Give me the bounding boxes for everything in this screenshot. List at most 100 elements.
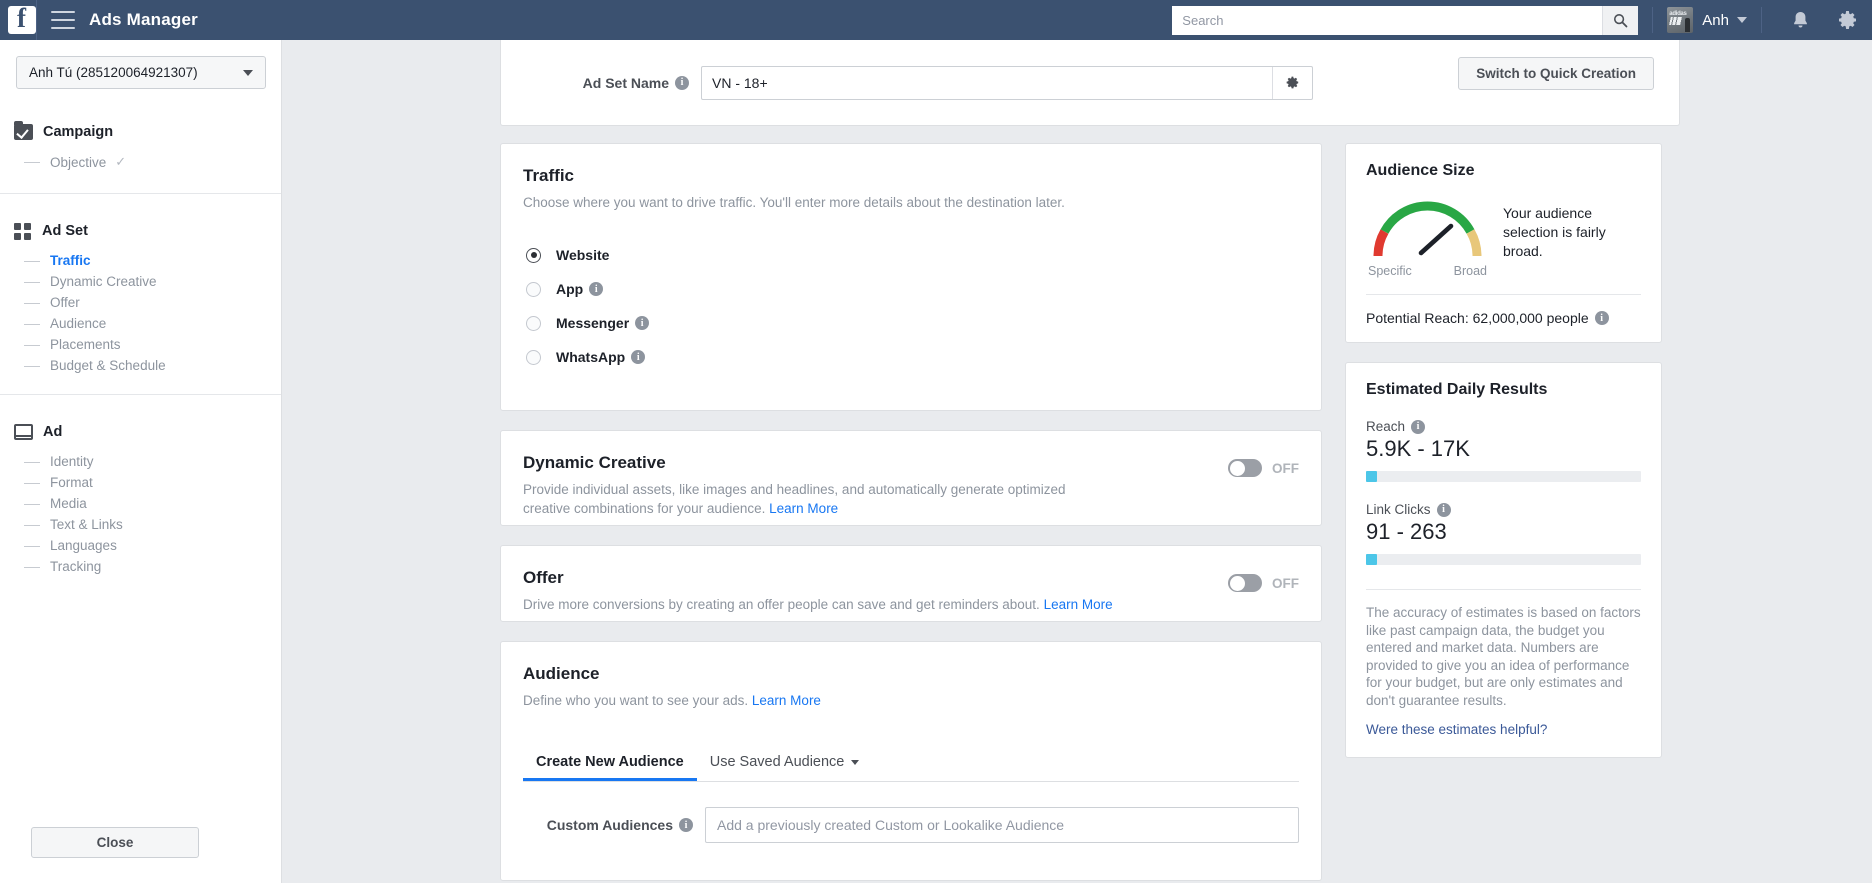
toggle-switch[interactable] <box>1228 459 1262 477</box>
traffic-destination-options: Website App i Messenger i WhatsApp i <box>523 238 1299 374</box>
sidebar-subnav-campaign: Objective ✓ <box>23 149 281 175</box>
adset-name-field <box>701 65 1313 100</box>
sidebar-item-media[interactable]: Media <box>23 493 281 514</box>
sidebar-item-format[interactable]: Format <box>23 472 281 493</box>
info-icon[interactable]: i <box>1594 311 1609 325</box>
top-navigation-bar: Ads Manager adidas Anh <box>0 0 1872 40</box>
adset-name-gear-icon[interactable] <box>1272 66 1312 99</box>
sidebar-item-campaign[interactable]: Campaign <box>0 119 281 145</box>
sidebar-item-audience[interactable]: Audience <box>23 313 281 334</box>
sidebar-item-budget-schedule[interactable]: Budget & Schedule <box>23 355 281 376</box>
bell-icon[interactable] <box>1787 7 1813 33</box>
offer-title: Offer <box>523 568 564 587</box>
gauge-max-label: Broad <box>1453 264 1487 278</box>
facebook-logo-icon[interactable] <box>8 3 36 34</box>
info-icon[interactable]: i <box>631 350 646 364</box>
left-sidebar: Anh Tú (285120064921307) Campaign Object… <box>0 40 282 883</box>
sidebar-section-label: Campaign <box>43 124 114 140</box>
sidebar-item-label: Tracking <box>50 559 102 574</box>
divider <box>1761 7 1762 33</box>
main-content: Ad Set Name i Switch to Quick Creation T… <box>282 40 1872 883</box>
info-icon[interactable]: i <box>1436 502 1451 517</box>
monitor-icon <box>14 424 33 440</box>
radio-label: Messenger i <box>556 315 650 331</box>
info-icon[interactable]: i <box>679 818 693 832</box>
sidebar-item-identity[interactable]: Identity <box>23 451 281 472</box>
gauge-arc-specific <box>1373 229 1389 257</box>
audience-tabs: Create New Audience Use Saved Audience <box>523 754 1299 782</box>
sidebar-item-objective[interactable]: Objective ✓ <box>23 149 281 175</box>
profile-name[interactable]: Anh <box>1702 12 1729 29</box>
audience-size-title: Audience Size <box>1366 162 1475 179</box>
adset-name-input[interactable] <box>702 66 1272 99</box>
tab-use-saved-audience[interactable]: Use Saved Audience <box>697 754 873 781</box>
toggle-state-label: OFF <box>1272 460 1299 476</box>
sidebar-item-label: Identity <box>50 454 94 469</box>
radio-button[interactable] <box>526 315 541 331</box>
radio-option-app[interactable]: App i <box>523 272 1299 306</box>
hamburger-menu-icon[interactable] <box>51 11 75 29</box>
switch-to-quick-creation-button[interactable]: Switch to Quick Creation <box>1458 57 1654 90</box>
radio-button[interactable] <box>526 349 541 365</box>
gauge-scale-labels: Specific Broad <box>1366 264 1489 278</box>
radio-label: Website <box>556 247 609 263</box>
info-icon[interactable]: i <box>589 282 604 296</box>
search-icon[interactable] <box>1602 5 1639 35</box>
toggle-switch[interactable] <box>1228 574 1262 592</box>
offer-toggle[interactable]: OFF <box>1228 574 1299 592</box>
grid-icon <box>14 223 32 240</box>
custom-audiences-input[interactable] <box>705 807 1299 843</box>
dynamic-creative-description: Provide individual assets, like images a… <box>523 480 1113 518</box>
sidebar-item-adset[interactable]: Ad Set <box>0 218 281 244</box>
sidebar-item-ad[interactable]: Ad <box>0 419 281 445</box>
learn-more-link[interactable]: Learn More <box>752 693 821 708</box>
tab-label: Use Saved Audience <box>709 754 845 770</box>
info-icon[interactable]: i <box>1411 419 1426 434</box>
estimate-feedback-link[interactable]: Were these estimates helpful? <box>1366 722 1641 737</box>
tab-label: Create New Audience <box>536 754 684 770</box>
gear-glyph <box>1839 11 1856 29</box>
sidebar-item-placements[interactable]: Placements <box>23 334 281 355</box>
sidebar-item-traffic[interactable]: Traffic <box>23 250 281 271</box>
radio-option-messenger[interactable]: Messenger i <box>523 306 1299 340</box>
info-icon[interactable]: i <box>635 316 650 330</box>
sidebar-item-languages[interactable]: Languages <box>23 535 281 556</box>
sidebar-section-label: Ad Set <box>42 223 88 239</box>
avatar[interactable]: adidas <box>1667 7 1694 33</box>
metric-bar <box>1366 471 1641 482</box>
radio-option-website[interactable]: Website <box>523 238 1299 272</box>
sidebar-section-label: Ad <box>43 424 63 440</box>
info-icon[interactable]: i <box>675 75 689 90</box>
audience-size-gauge-row: Specific Broad Your audience selection i… <box>1366 190 1641 278</box>
chevron-down-icon[interactable] <box>1737 17 1747 23</box>
sidebar-item-tracking[interactable]: Tracking <box>23 556 281 577</box>
traffic-card: Traffic Choose where you want to drive t… <box>500 143 1322 411</box>
metric-bar-fill <box>1366 554 1377 565</box>
avatar-person-silhouette <box>1685 18 1691 32</box>
custom-audiences-row: Custom Audiences i <box>523 807 1299 843</box>
radio-label-text: WhatsApp <box>556 349 626 365</box>
radio-option-whatsapp[interactable]: WhatsApp i <box>523 340 1299 374</box>
dynamic-creative-card: Dynamic Creative Provide individual asse… <box>500 430 1322 526</box>
sidebar-item-label: Placements <box>50 337 121 352</box>
gear-icon[interactable] <box>1835 7 1861 33</box>
tab-create-new-audience[interactable]: Create New Audience <box>523 754 697 781</box>
sidebar-item-text-links[interactable]: Text & Links <box>23 514 281 535</box>
toggle-knob <box>1229 575 1245 591</box>
gauge-needle <box>1418 223 1454 256</box>
account-selector[interactable]: Anh Tú (285120064921307) <box>16 56 266 89</box>
dynamic-creative-toggle[interactable]: OFF <box>1228 459 1299 477</box>
learn-more-link[interactable]: Learn More <box>1044 597 1113 612</box>
learn-more-link[interactable]: Learn More <box>769 501 838 516</box>
radio-label-text: Messenger <box>556 315 630 331</box>
sidebar-item-offer[interactable]: Offer <box>23 292 281 313</box>
close-button[interactable]: Close <box>31 827 199 858</box>
sidebar-item-label: Traffic <box>50 253 91 268</box>
sidebar-item-dynamic-creative[interactable]: Dynamic Creative <box>23 271 281 292</box>
radio-button[interactable] <box>526 247 541 263</box>
radio-button[interactable] <box>526 281 541 297</box>
estimated-daily-results-card: Estimated Daily Results Reach i 5.9K - 1… <box>1345 362 1662 758</box>
search-input[interactable] <box>1172 5 1603 35</box>
traffic-description: Choose where you want to drive traffic. … <box>523 195 1065 210</box>
metric-reach: Reach i 5.9K - 17K <box>1366 419 1641 482</box>
